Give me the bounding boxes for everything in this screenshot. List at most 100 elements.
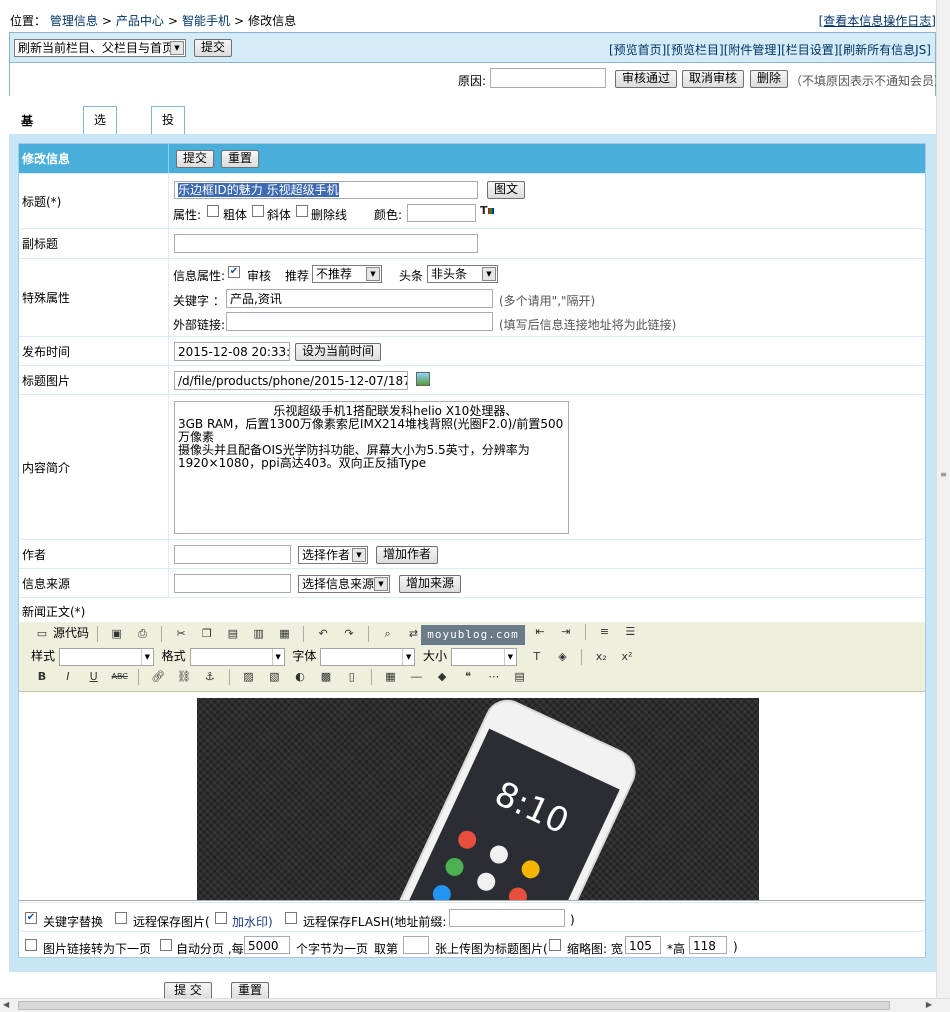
form-submit-button[interactable]: 提交 — [176, 150, 215, 168]
refresh-submit-button[interactable]: 提交 — [194, 39, 233, 57]
image-batch-icon[interactable]: ▧ — [266, 669, 282, 685]
title-input[interactable]: 乐边框ID的魅力 乐视超级手机 — [174, 181, 478, 199]
thumbnail-checkbox[interactable] — [549, 939, 561, 951]
strikethrough-icon[interactable]: ABC — [111, 669, 127, 685]
external-link-input[interactable] — [226, 312, 493, 331]
delete-button[interactable]: 删除 — [750, 70, 789, 88]
author-select[interactable]: 选择作者 ▼ — [298, 546, 368, 564]
superscript-icon[interactable]: x² — [619, 649, 635, 665]
subtitle-input[interactable] — [174, 234, 478, 253]
titlepic-input[interactable]: /d/file/products/phone/2015-12-07/1874fd… — [174, 371, 408, 390]
approve-button[interactable]: 审核通过 — [615, 70, 678, 88]
keyword-replace-checkbox[interactable]: ✔ — [25, 912, 37, 924]
bullet-list-icon[interactable]: ☰ — [622, 624, 638, 640]
form-reset-button[interactable]: 重置 — [221, 150, 260, 168]
add-author-button[interactable]: 增加作者 — [376, 546, 439, 564]
replace-icon[interactable]: ⇄ — [405, 626, 421, 642]
image-select-icon[interactable] — [416, 372, 430, 386]
print-preview-icon[interactable]: ⎙ — [135, 626, 151, 642]
headline-select[interactable]: 非头条 ▼ — [427, 265, 498, 283]
preview-icon[interactable]: ▣ — [109, 626, 125, 642]
horizontal-rule-icon[interactable]: ― — [408, 669, 424, 685]
page-break-icon[interactable]: ⋯ — [486, 669, 502, 685]
source-code-icon[interactable]: ▭ — [34, 626, 50, 642]
anchor-icon[interactable]: ⚓︎ — [202, 669, 218, 685]
bold-icon[interactable]: B — [34, 669, 50, 685]
scroll-left-icon[interactable]: ◀ — [3, 1000, 9, 1009]
thumbnail-height-input[interactable]: 118 — [689, 936, 727, 954]
underline-icon[interactable]: U — [86, 669, 102, 685]
flash-prefix-input[interactable] — [449, 909, 565, 927]
remote-flash-checkbox[interactable] — [285, 912, 297, 924]
horizontal-scrollbar[interactable]: ◀ ▶ — [0, 998, 950, 1012]
scroll-thumb[interactable] — [18, 1001, 890, 1010]
column-settings-link[interactable]: [栏目设置] — [781, 43, 838, 57]
paste-icon[interactable]: ▤ — [225, 626, 241, 642]
refresh-all-js-link[interactable]: [刷新所有信息JS] — [838, 43, 931, 57]
paste-text-icon[interactable]: ▥ — [251, 626, 267, 642]
source-select[interactable]: 选择信息来源 ▼ — [298, 575, 390, 593]
remote-pic-checkbox[interactable] — [115, 912, 127, 924]
add-source-button[interactable]: 增加来源 — [399, 575, 462, 593]
tab-options[interactable]: 选项设置 — [83, 106, 118, 205]
color-picker-icon[interactable]: T — [480, 204, 494, 217]
breadcrumb-link-manage[interactable]: 管理信息 — [50, 14, 98, 28]
breadcrumb-link-products[interactable]: 产品中心 — [116, 14, 164, 28]
subscript-icon[interactable]: x₂ — [593, 649, 609, 665]
image-text-button[interactable]: 图文 — [487, 181, 526, 199]
scroll-right-icon[interactable]: ▶ — [926, 1000, 932, 1009]
source-input[interactable] — [174, 574, 291, 593]
preview-column-link[interactable]: [预览栏目] — [666, 43, 723, 57]
paste-word-icon[interactable]: ▦ — [276, 626, 292, 642]
special-char-icon[interactable]: ◆ — [434, 669, 450, 685]
summary-textarea[interactable]: 乐视超级手机1搭配联发科helio X10处理器、 3GB RAM，后置1300… — [174, 401, 569, 534]
pubtime-input[interactable]: 2015-12-08 20:33:22 — [174, 342, 290, 361]
media-icon[interactable]: ▩ — [318, 669, 334, 685]
keyword-input[interactable]: 产品,资讯 — [226, 289, 493, 308]
strike-checkbox[interactable] — [296, 205, 308, 217]
table-icon[interactable]: ▦ — [382, 669, 398, 685]
background-color-icon[interactable]: ◈ — [555, 649, 571, 665]
style-select[interactable]: ▼ — [58, 647, 154, 666]
unlink-icon[interactable]: ⛓︎ — [176, 669, 192, 685]
image-icon[interactable]: ▨ — [240, 669, 256, 685]
file-icon[interactable]: ▯ — [344, 669, 360, 685]
size-select[interactable]: ▼ — [450, 647, 517, 666]
thumbnail-width-input[interactable]: 105 — [625, 936, 661, 954]
approved-checkbox[interactable]: ✔ — [228, 266, 240, 278]
attachment-manage-link[interactable]: [附件管理] — [724, 43, 781, 57]
set-current-time-button[interactable]: 设为当前时间 — [295, 343, 382, 361]
quote-icon[interactable]: ❝ — [460, 669, 476, 685]
source-code-label[interactable]: 源代码 — [53, 626, 89, 640]
preview-home-link[interactable]: [预览首页] — [609, 43, 666, 57]
format-select[interactable]: ▼ — [189, 647, 285, 666]
cut-icon[interactable]: ✂ — [173, 626, 189, 642]
indent-icon[interactable]: ⇥ — [558, 624, 574, 640]
copy-icon[interactable]: ❐ — [199, 626, 215, 642]
flash-icon[interactable]: ◐ — [292, 669, 308, 685]
pic-next-page-checkbox[interactable] — [25, 939, 37, 951]
watermark-checkbox[interactable] — [215, 912, 227, 924]
redo-icon[interactable]: ↷ — [341, 626, 357, 642]
autopage-bytes-input[interactable]: 5000 — [244, 936, 290, 954]
autopage-checkbox[interactable] — [160, 939, 172, 951]
outdent-icon[interactable]: ⇤ — [532, 624, 548, 640]
numbered-list-icon[interactable]: ≡ — [596, 624, 612, 640]
template-icon[interactable]: ▤ — [512, 669, 528, 685]
undo-icon[interactable]: ↶ — [315, 626, 331, 642]
take-index-input[interactable] — [403, 936, 429, 954]
cancel-review-button[interactable]: 取消审核 — [682, 70, 745, 88]
refresh-select[interactable]: 刷新当前栏目、父栏目与首页 ▼ — [14, 39, 186, 57]
link-icon[interactable]: 🔗︎ — [150, 669, 166, 685]
text-color-icon[interactable]: T — [529, 649, 545, 665]
tab-basic-info[interactable]: 基本信息 — [11, 106, 44, 206]
editor-content[interactable]: 8:10 — [19, 692, 925, 901]
italic-checkbox[interactable] — [252, 205, 264, 217]
vertical-scrollbar[interactable]: ≡ — [936, 0, 950, 998]
author-input[interactable] — [174, 545, 291, 564]
operation-log-link[interactable]: [查看本信息操作日志] — [819, 12, 936, 29]
bold-checkbox[interactable] — [207, 205, 219, 217]
italic-icon[interactable]: I — [60, 669, 76, 685]
breadcrumb-link-phones[interactable]: 智能手机 — [182, 14, 230, 28]
color-input[interactable] — [407, 204, 476, 222]
